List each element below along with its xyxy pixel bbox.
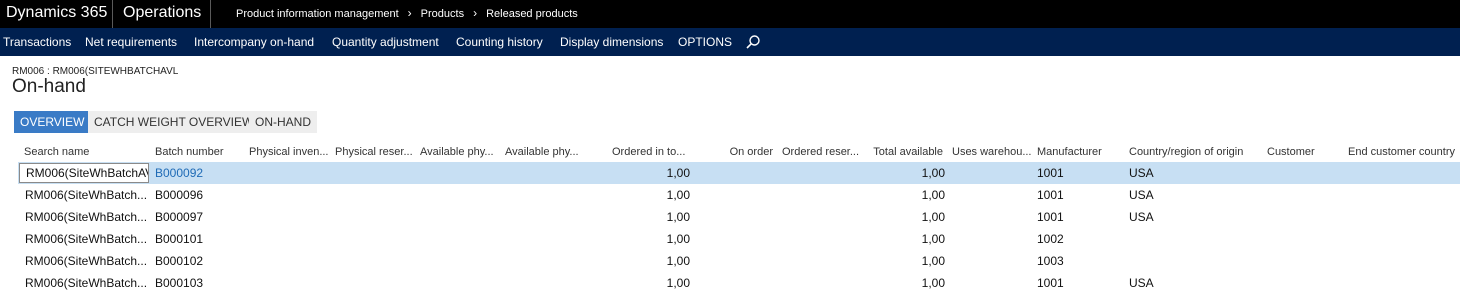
divider [210,0,211,28]
ordered-in-total-cell: 1,00 [666,254,690,268]
manufacturer-cell: 1001 [1037,210,1064,224]
column-header-search-name[interactable]: Search name [24,146,144,158]
batch-number-link[interactable]: B000092 [155,162,235,184]
breadcrumb-item-products[interactable]: Products [421,1,464,27]
batch-number-cell[interactable]: B000101 [155,228,235,250]
counting-history-button[interactable]: Counting history [456,28,543,56]
country-cell: USA [1129,166,1154,180]
table-row[interactable]: RM006(SiteWhBatch... B000101 1,00 1,00 1… [18,228,1460,250]
top-navigation-bar: Dynamics 365 Operations Product informat… [0,0,1460,28]
net-requirements-button[interactable]: Net requirements [85,28,177,56]
country-cell: USA [1129,188,1154,202]
table-row[interactable]: RM006(SiteWhBatch... B000096 1,00 1,00 1… [18,184,1460,206]
transactions-button[interactable]: Transactions [3,28,71,56]
breadcrumb: Product information management › Products ›… [236,0,578,28]
manufacturer-cell: 1001 [1037,188,1064,202]
ordered-in-total-cell: 1,00 [666,232,690,246]
search-name-cell: RM006(SiteWhBatch... [25,188,148,202]
page-title: On-hand [12,76,86,97]
column-header-on-order[interactable]: On order [700,146,773,158]
column-header-physical-reserved[interactable]: Physical reser... [335,146,415,158]
column-header-uses-warehouse[interactable]: Uses warehou... [952,146,1032,158]
tab-catch-weight-overview[interactable]: CATCH WEIGHT OVERVIEW [88,111,260,133]
column-header-available-physical-2[interactable]: Available phy... [505,146,585,158]
total-available-cell: 1,00 [921,188,945,202]
manufacturer-cell: 1001 [1037,276,1064,290]
column-header-physical-inventory[interactable]: Physical inven... [249,146,329,158]
column-header-total-available[interactable]: Total available [866,146,943,158]
search-name-cell[interactable]: RM006(SiteWhBatchAVL [19,163,149,183]
breadcrumb-item-pim[interactable]: Product information management [236,1,399,27]
app-brand[interactable]: Dynamics 365 [0,0,107,28]
total-available-cell: 1,00 [921,276,945,290]
intercompany-on-hand-button[interactable]: Intercompany on-hand [194,28,314,56]
table-row[interactable]: RM006(SiteWhBatch... B000103 1,00 1,00 1… [18,272,1460,294]
batch-number-cell[interactable]: B000103 [155,272,235,294]
table-row[interactable]: RM006(SiteWhBatchAVL B000092 1,00 1,00 1… [18,162,1460,184]
display-dimensions-button[interactable]: Display dimensions [560,28,663,56]
tab-overview[interactable]: OVERVIEW [14,111,91,133]
action-pane: Transactions Net requirements Intercompa… [0,28,1460,56]
options-tab[interactable]: OPTIONS [678,28,732,56]
column-header-end-customer-country[interactable]: End customer country [1348,146,1460,158]
country-cell: USA [1129,276,1154,290]
country-cell [1129,228,1209,250]
search-name-cell: RM006(SiteWhBatch... [25,276,148,290]
column-header-available-physical[interactable]: Available phy... [420,146,500,158]
ordered-in-total-cell: 1,00 [666,166,690,180]
total-available-cell: 1,00 [921,232,945,246]
column-header-batch-number[interactable]: Batch number [155,146,243,158]
batch-number-cell[interactable]: B000097 [155,206,235,228]
column-header-manufacturer[interactable]: Manufacturer [1037,146,1122,158]
ordered-in-total-cell: 1,00 [666,188,690,202]
batch-number-cell[interactable]: B000102 [155,250,235,272]
total-available-cell: 1,00 [921,210,945,224]
manufacturer-cell: 1002 [1037,232,1064,246]
divider [112,0,113,28]
module-name[interactable]: Operations [123,0,201,28]
chevron-right-icon: › [407,6,412,20]
breadcrumb-item-released-products[interactable]: Released products [486,1,578,27]
manufacturer-cell: 1003 [1037,254,1064,268]
manufacturer-cell: 1001 [1037,166,1064,180]
tab-on-hand[interactable]: ON-HAND [249,111,317,133]
table-row[interactable]: RM006(SiteWhBatch... B000102 1,00 1,00 1… [18,250,1460,272]
column-header-customer[interactable]: Customer [1267,146,1337,158]
search-name-cell: RM006(SiteWhBatch... [25,232,148,246]
search-name-cell: RM006(SiteWhBatch... [25,254,148,268]
country-cell [1129,250,1209,272]
column-header-country-of-origin[interactable]: Country/region of origin [1129,146,1259,158]
total-available-cell: 1,00 [921,166,945,180]
country-cell: USA [1129,210,1154,224]
column-header-ordered-in-total[interactable]: Ordered in to... [612,146,692,158]
table-row[interactable]: RM006(SiteWhBatch... B000097 1,00 1,00 1… [18,206,1460,228]
batch-number-cell[interactable]: B000096 [155,184,235,206]
ordered-in-total-cell: 1,00 [666,210,690,224]
quantity-adjustment-button[interactable]: Quantity adjustment [332,28,439,56]
ordered-in-total-cell: 1,00 [666,276,690,290]
search-icon[interactable] [745,34,761,50]
chevron-right-icon: › [473,6,478,20]
total-available-cell: 1,00 [921,254,945,268]
search-name-cell: RM006(SiteWhBatch... [25,210,148,224]
column-header-ordered-reserved[interactable]: Ordered reser... [782,146,862,158]
